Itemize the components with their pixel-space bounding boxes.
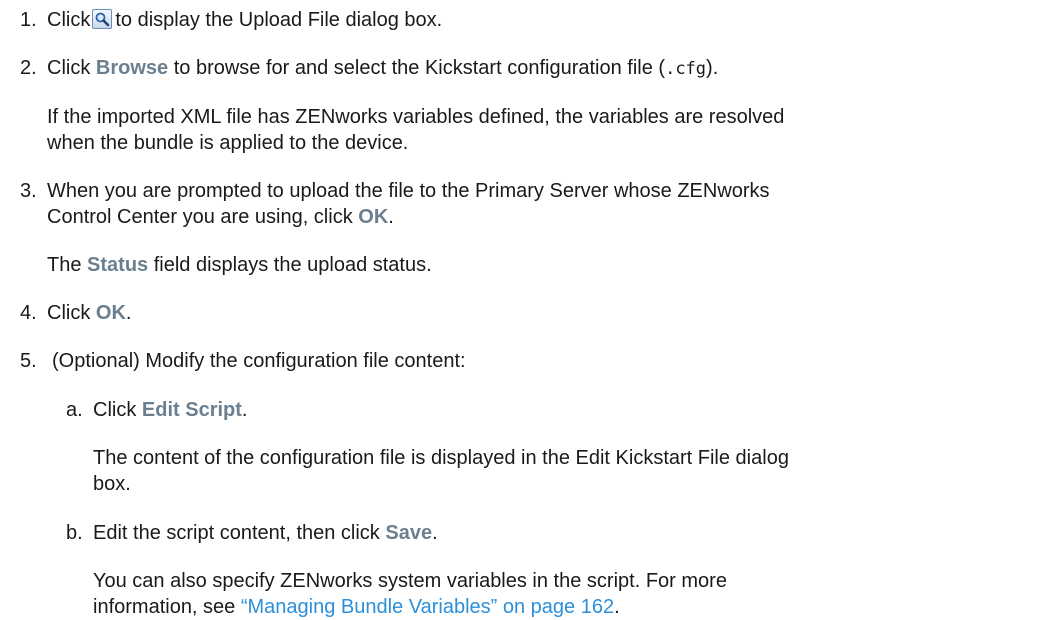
step-2-post: ).	[706, 57, 719, 79]
step-5b-note-line-2-post: .	[614, 596, 620, 618]
step-5a-note-line-2: box.	[93, 473, 131, 495]
step-4-text: Click OK.	[47, 300, 131, 326]
step-number: 2.	[20, 57, 37, 79]
step-3-line-2-pre: Control Center you are using, click	[47, 206, 353, 228]
step-4-post: .	[125, 302, 132, 324]
magnifier-icon	[92, 9, 113, 29]
step-4-pre: Click	[47, 302, 91, 324]
step-5-text: (Optional) Modify the configuration file…	[52, 350, 466, 372]
step-5a-note-line-1: The content of the configuration file is…	[93, 447, 789, 469]
step-5b-pre: Edit the script content, then click	[93, 522, 380, 544]
save-button-ref: Save	[385, 522, 433, 544]
step-3-line-2-post: .	[388, 206, 394, 228]
step-3-line-1: When you are prompted to upload the file…	[47, 180, 770, 202]
managing-bundle-variables-link[interactable]: “Managing Bundle Variables” on page 162	[241, 596, 614, 618]
step-number: 3.	[20, 180, 37, 202]
step-3-note-post: field displays the upload status.	[153, 254, 432, 276]
step-5b-note-line-1: You can also specify ZENworks system var…	[93, 570, 727, 592]
step-5a-pre: Click	[93, 399, 137, 421]
step-1-pre: Click	[47, 9, 91, 31]
step-2-mid: to browse for and select the Kickstart c…	[173, 57, 666, 79]
step-2-text: Click Browse to browse for and select th…	[47, 55, 718, 82]
step-3-line-2: Control Center you are using, click OK.	[47, 204, 394, 230]
step-number: 4.	[20, 302, 37, 324]
browse-button-ref: Browse	[95, 57, 169, 79]
step-2-note-line-2: when the bundle is applied to the device…	[47, 132, 409, 154]
substep-letter: b.	[66, 522, 83, 544]
step-5a-post: .	[241, 399, 248, 421]
status-field-ref: Status	[87, 254, 149, 276]
step-number: 5.	[20, 350, 37, 372]
edit-script-button-ref: Edit Script	[141, 399, 242, 421]
step-5b-note-line-2: information, see “Managing Bundle Variab…	[93, 594, 620, 620]
ok-button-ref: OK	[95, 302, 126, 324]
step-number: 1.	[20, 9, 37, 31]
step-5b-note-line-2-pre: information, see	[93, 596, 236, 618]
step-3-note-pre: The	[47, 254, 82, 276]
ok-button-ref: OK	[358, 206, 389, 228]
step-5a-text: Click Edit Script.	[93, 397, 247, 423]
file-extension-code: .cfg	[665, 59, 707, 79]
step-1-post: to display the Upload File dialog box.	[115, 9, 443, 31]
step-1-text: Click to display the Upload File dialog b…	[47, 7, 442, 33]
step-2-pre: Click	[47, 57, 91, 79]
step-5b-post: .	[432, 522, 438, 544]
step-5b-text: Edit the script content, then click Save…	[93, 520, 438, 546]
step-2-note-line-1: If the imported XML file has ZENworks va…	[47, 106, 785, 128]
step-3-note: The Status field displays the upload sta…	[47, 252, 432, 278]
substep-letter: a.	[66, 399, 83, 421]
